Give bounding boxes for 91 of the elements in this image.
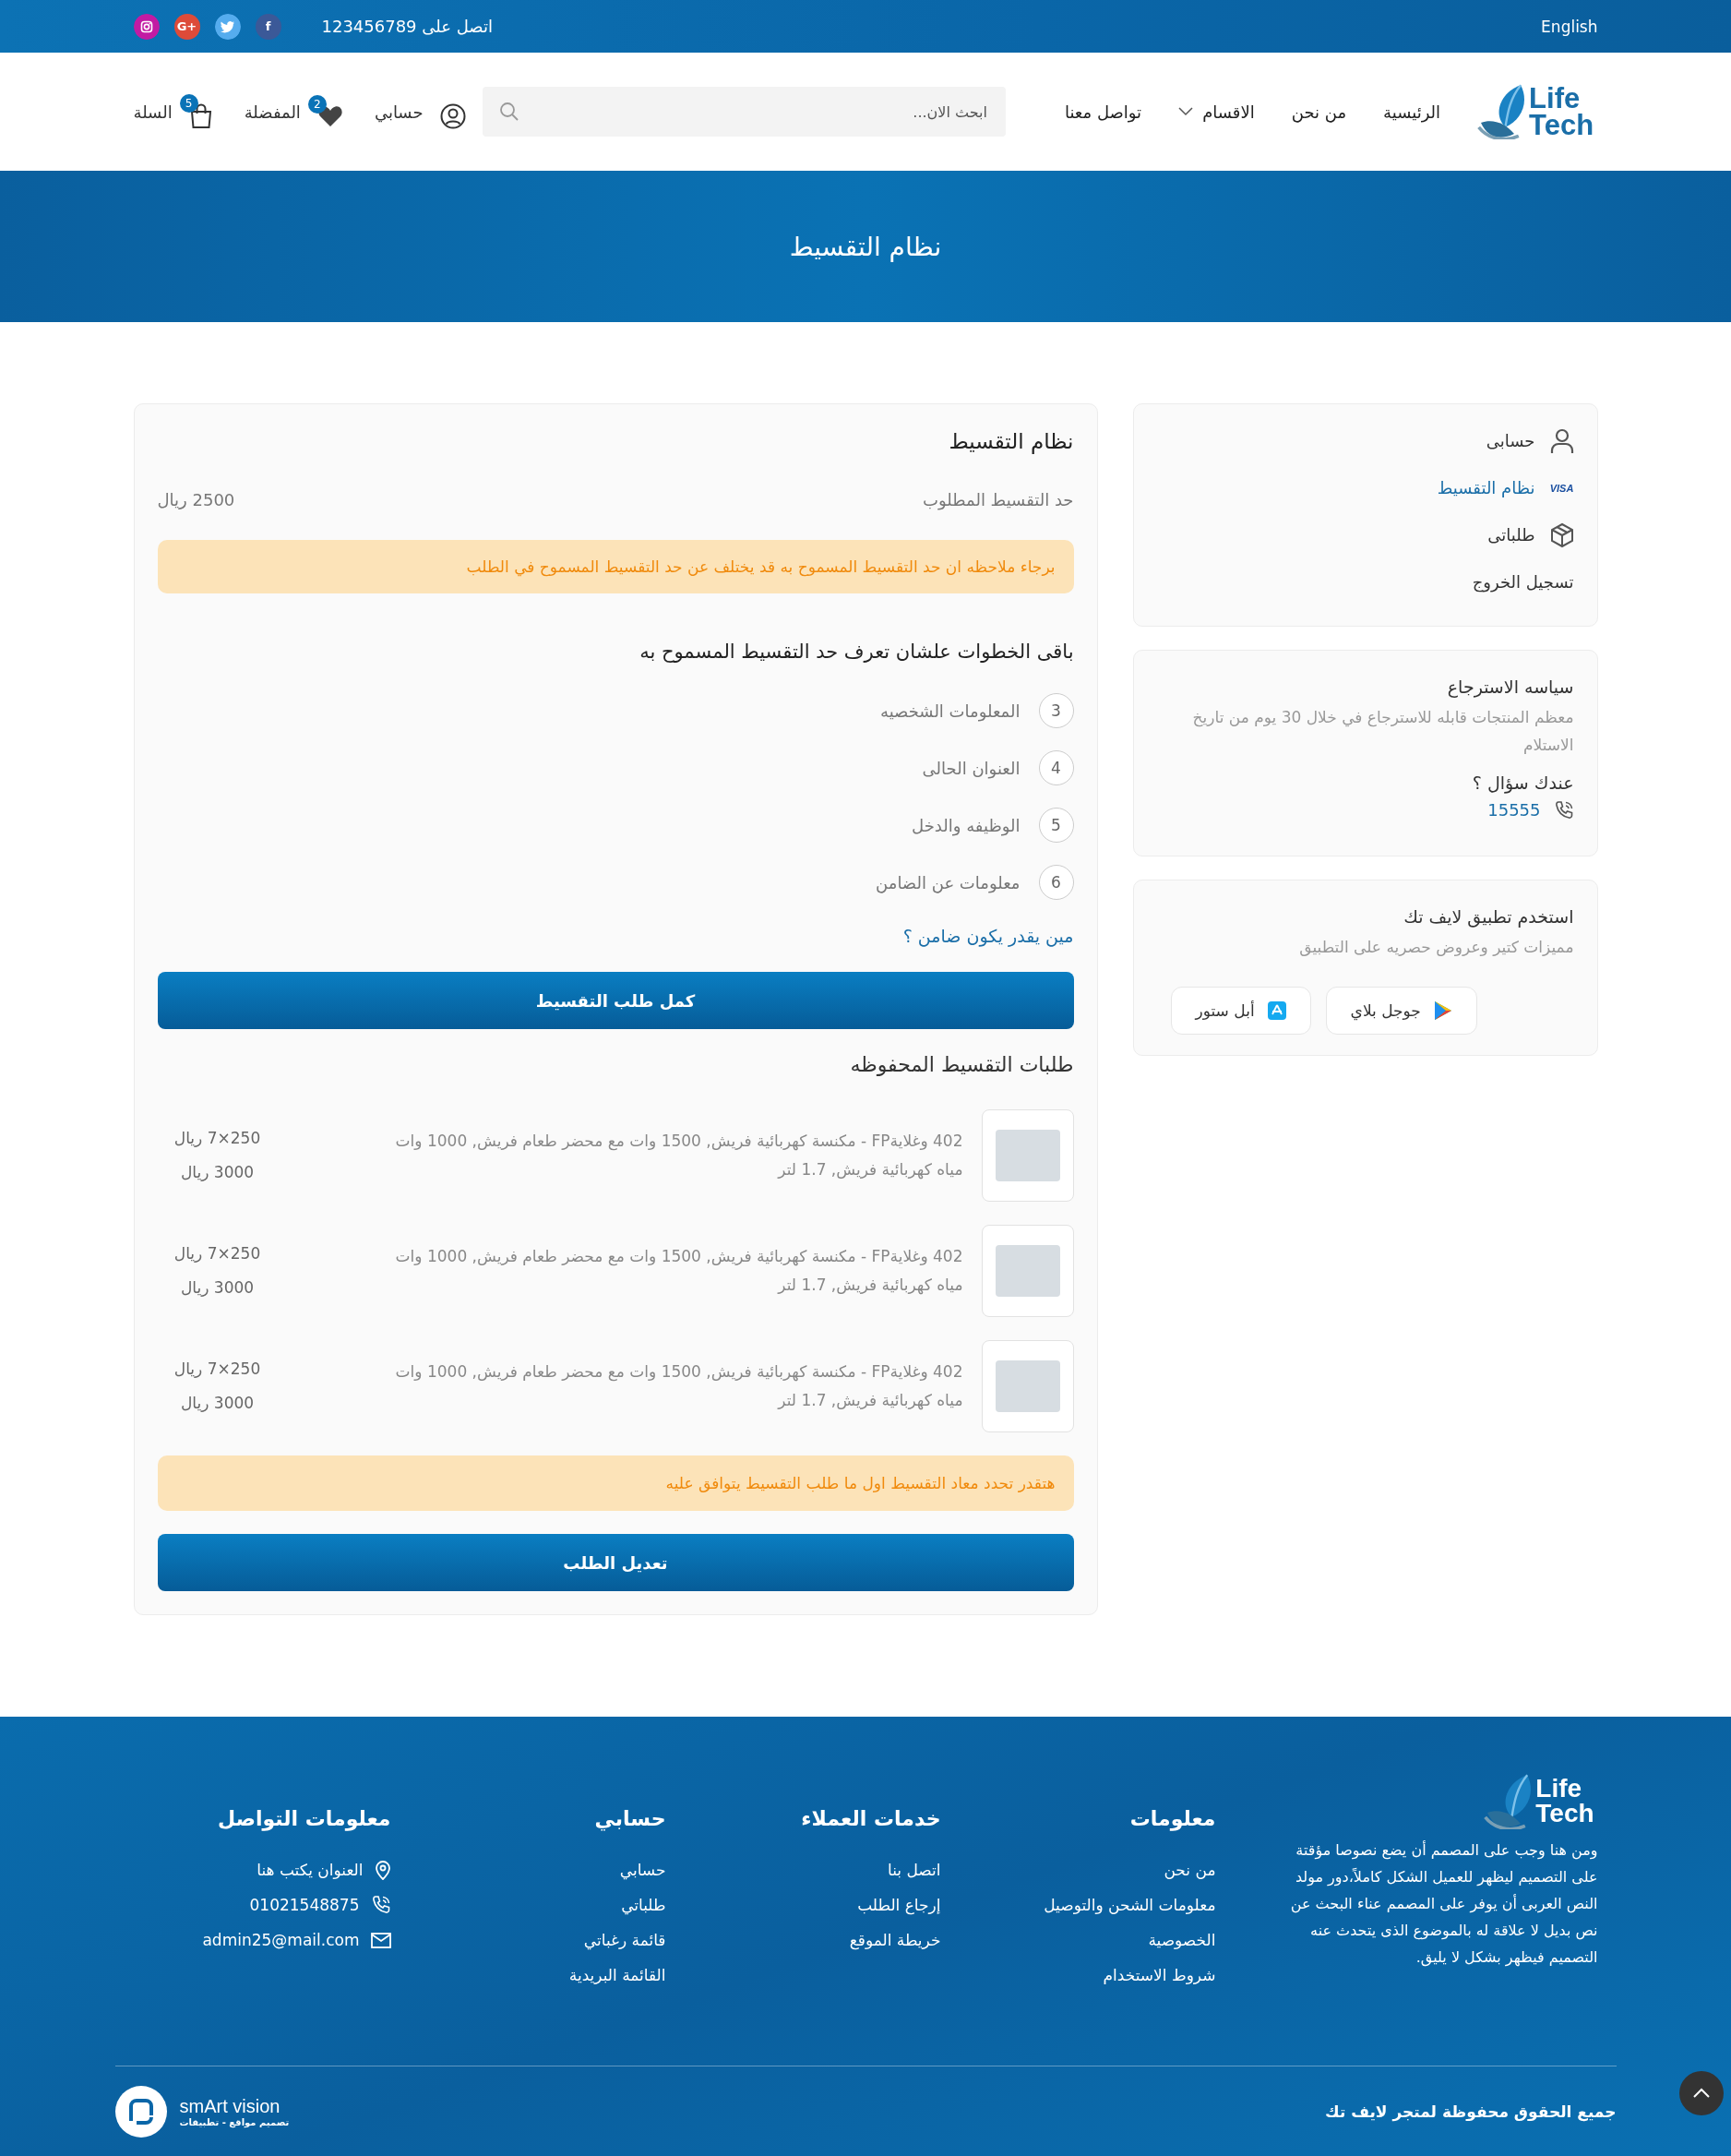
facebook-icon[interactable]: f	[255, 13, 281, 40]
phone-number-link[interactable]: 15555	[1487, 800, 1541, 820]
step-number: 6	[1038, 865, 1074, 900]
chevron-up-icon	[1692, 2088, 1711, 2099]
play-triangle-icon	[1433, 1000, 1452, 1022]
footer-link[interactable]: من نحن	[940, 1852, 1216, 1887]
step-number: 5	[1038, 808, 1074, 843]
saved-orders-title: طلبات التقسيط المحفوظه	[849, 1053, 1074, 1077]
nav-link[interactable]: الرئيسية	[1383, 102, 1441, 122]
step-label: المعلومات الشخصيه	[880, 701, 1021, 721]
search-icon	[498, 102, 519, 122]
footer-link[interactable]: شروط الاستخدام	[940, 1958, 1216, 1993]
section-title: سياسه الاسترجاع	[1446, 677, 1574, 697]
installment-text: 250×7 ريال	[173, 1242, 262, 1264]
footer-link[interactable]: اتصل بنا	[665, 1852, 941, 1887]
page-title: نظام التقسيط	[789, 231, 942, 262]
footer-link[interactable]: حسابي	[390, 1852, 666, 1887]
installment-text: 250×7 ريال	[173, 1358, 262, 1380]
step-label: الوظيفه والدخل	[912, 815, 1021, 835]
total-price: 3000 ريال	[179, 1162, 256, 1183]
complete-request-button[interactable]: كمل طلب التقسيط	[157, 972, 1074, 1029]
edit-request-button[interactable]: تعديل الطلب	[157, 1534, 1074, 1591]
footer-link[interactable]: طلباتي	[390, 1887, 666, 1922]
limit-label: حد التقسيط المطلوب	[923, 489, 1074, 511]
sidebar-link[interactable]: طلباتى	[1156, 511, 1574, 558]
policy-text: معظم المنتجات قابله للاسترجاع في خلال 30 يوم من تاريخ الاستلام	[1191, 707, 1574, 756]
account-link[interactable]: حسابي	[374, 94, 466, 129]
instagram-icon[interactable]	[133, 13, 160, 40]
agency-tagline: تصميم مواقع - تطبيقات	[179, 2116, 290, 2127]
logo-text[interactable]: Life Tech	[1535, 1777, 1598, 1827]
footer-heading: معلومات التواصل	[217, 1807, 391, 1830]
steps-title: باقى الخطوات علشان تعرف حد التقسيط المسموح به	[639, 640, 1074, 664]
step-number: 3	[1038, 693, 1074, 728]
user-icon	[1549, 427, 1574, 454]
contact-phone-text: 01021548875	[249, 1895, 360, 1916]
agency-name: smArt vision	[179, 2095, 281, 2117]
user-icon	[439, 103, 466, 129]
contact-phone-text: اتصل على 123456789	[321, 17, 493, 36]
google-plus-icon[interactable]: G+	[173, 13, 200, 40]
phone-icon	[370, 1895, 391, 1915]
sidebar-link[interactable]: حسابى	[1156, 417, 1574, 464]
footer-link[interactable]: الخصوصية	[940, 1922, 1216, 1958]
step-label: العنوان الحالى	[922, 758, 1021, 778]
step-label: معلومات عن الضامن	[876, 872, 1021, 892]
store-button[interactable]: أبل ستور	[1170, 987, 1311, 1036]
about-text: ومن هنا وجب على المصمم أن يضع نصوصا مؤقتة على التصميم ليظهر للعميل الشكل كاملاً،دور مولد النص العربى أن يوفر على المصمم عناء البحث عن نص بديل لا علاقة له بالموضوع الذى يتحدث عنه التصميم فيظهر بشكل لا يليق.	[1289, 1839, 1598, 1969]
box-icon	[1549, 521, 1574, 548]
nav-link[interactable]: من نحن	[1291, 102, 1347, 122]
notice-banner: برجاء ملاحظه ان حد التقسيط المسموح به قد يختلف عن حد التقسيط المسموح في الطلب	[157, 540, 1074, 593]
footer-link[interactable]: خريطة الموقع	[665, 1922, 941, 1958]
footer-heading: معلومات	[1128, 1807, 1216, 1830]
footer-link[interactable]: قائمة رغباتي	[390, 1922, 666, 1958]
count-badge: 5	[179, 94, 198, 113]
footer-heading: حسابي	[593, 1807, 666, 1830]
product-description: 402 وغلايةFP - مكنسة كهربائية فريش, 1500 وات مع محضر طعام فريش, 1000 وات مياه كهربائية فريش, 1.7 لتر	[394, 1130, 963, 1181]
footer-heading: خدمات العملاء	[800, 1807, 941, 1830]
envelope-icon	[370, 1932, 391, 1948]
store-button[interactable]: جوجل بلاي	[1325, 987, 1477, 1036]
phone-icon	[1553, 799, 1574, 820]
location-pin-icon	[374, 1860, 391, 1880]
contact-email-text: admin25@mail.com	[202, 1930, 360, 1951]
language-link[interactable]: English	[1541, 17, 1598, 36]
total-price: 3000 ريال	[179, 1393, 256, 1414]
installment-text: 250×7 ريال	[173, 1127, 262, 1149]
app-store-icon	[1267, 1001, 1286, 1021]
count-badge: 2	[307, 95, 327, 114]
notice-banner: هتقدر تحدد معاد التقسيط اول ما طلب التقسيط يتوافق عليه	[157, 1455, 1074, 1511]
logo-text[interactable]: Life Tech	[1529, 84, 1598, 139]
total-price: 3000 ريال	[179, 1277, 256, 1299]
footer-link[interactable]: القائمة البريدية	[390, 1958, 666, 1993]
limit-value: 2500 ريال	[157, 489, 235, 511]
sidebar-link[interactable]: تسجيل الخروج	[1156, 558, 1574, 605]
section-title: استخدم تطبيق لايف تك	[1403, 905, 1574, 927]
section-title: عندك سؤال ؟	[1471, 772, 1574, 793]
product-description: 402 وغلايةFP - مكنسة كهربائية فريش, 1500 وات مع محضر طعام فريش, 1000 وات مياه كهربائية فريش, 1.7 لتر	[394, 1360, 963, 1412]
contact-location-text: العنوان يكتب هنا	[257, 1860, 364, 1881]
footer-link[interactable]: إرجاع الطلب	[665, 1887, 941, 1922]
copyright-text: جميع الحقوق محفوظة لمتجر لايف تك	[1325, 2102, 1617, 2121]
footer-link[interactable]: معلومات الشحن والتوصيل	[940, 1887, 1216, 1922]
search-field[interactable]: ابحث الان...	[482, 87, 1006, 137]
product-description: 402 وغلايةFP - مكنسة كهربائية فريش, 1500 وات مع محضر طعام فريش, 1000 وات مياه كهربائية فريش, 1.7 لتر	[394, 1245, 963, 1297]
guarantor-link[interactable]: مين يقدر يكون ضامن ؟	[902, 925, 1074, 947]
app-subtitle: مميزات كتير وعروض حصريه على التطبيق	[1298, 936, 1574, 958]
step-number: 4	[1038, 750, 1074, 785]
card-title: نظام التقسيط	[948, 428, 1074, 455]
agency-logo-icon	[114, 2085, 167, 2138]
card-logo-icon: VISA	[1549, 482, 1574, 494]
nav-link[interactable]: الاقسام	[1178, 102, 1255, 122]
scroll-to-top-button[interactable]	[1679, 2071, 1724, 2115]
nav-link[interactable]: تواصل معنا	[1064, 102, 1142, 122]
twitter-icon[interactable]	[214, 13, 241, 40]
